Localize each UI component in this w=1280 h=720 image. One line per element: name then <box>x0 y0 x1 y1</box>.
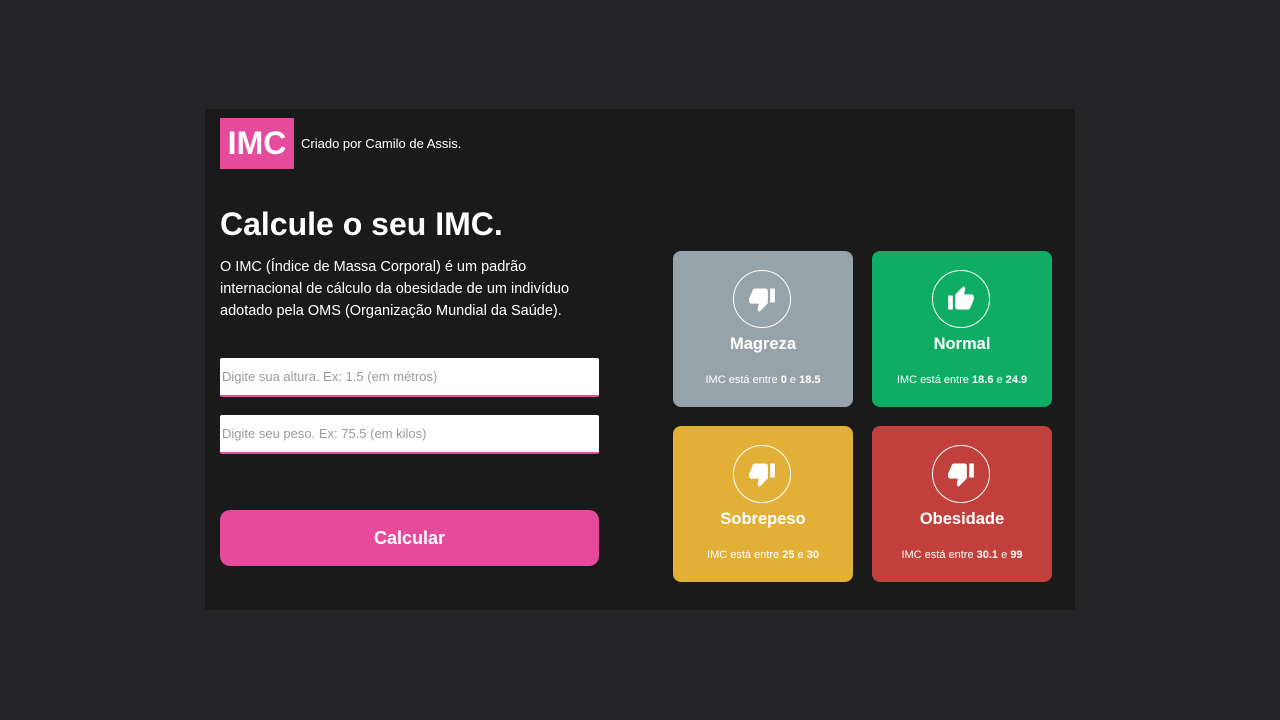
card-magreza: Magreza IMC está entre 0 e 18.5 <box>673 251 853 407</box>
imc-app: IMC Criado por Camilo de Assis. Calcule … <box>205 109 1075 610</box>
header: IMC Criado por Camilo de Assis. <box>220 118 461 169</box>
card-sobrepeso: Sobrepeso IMC está entre 25 e 30 <box>673 426 853 582</box>
thumbs-down-icon <box>932 445 990 503</box>
page-description: O IMC (Índice de Massa Corporal) é um pa… <box>220 259 570 319</box>
thumbs-down-icon <box>733 270 791 328</box>
card-title: Sobrepeso <box>720 510 806 528</box>
thumbs-up-icon <box>932 270 990 328</box>
card-title: Magreza <box>729 335 797 353</box>
card-range: IMC está entre 30.1 e 99 <box>901 549 1023 561</box>
card-range: IMC está entre 0 e 18.5 <box>705 374 821 386</box>
weight-input[interactable] <box>220 415 599 454</box>
card-title: Normal <box>933 335 991 353</box>
intro-section: Calcule o seu IMC. O IMC (Índice de Mass… <box>220 204 599 322</box>
card-normal: Normal IMC está entre 18.6 e 24.9 <box>872 251 1052 407</box>
calculate-button[interactable]: Calcular <box>220 510 599 566</box>
card-title: Obesidade <box>919 510 1005 528</box>
height-input[interactable] <box>220 358 599 397</box>
page-title: Calcule o seu IMC. <box>220 206 503 242</box>
card-range: IMC está entre 18.6 e 24.9 <box>896 374 1028 386</box>
card-range: IMC está entre 25 e 30 <box>707 549 819 561</box>
logo: IMC <box>220 118 294 169</box>
card-obesidade: Obesidade IMC está entre 30.1 e 99 <box>872 426 1052 582</box>
thumbs-down-icon <box>733 445 791 503</box>
author-credit: Criado por Camilo de Assis. <box>301 136 462 151</box>
